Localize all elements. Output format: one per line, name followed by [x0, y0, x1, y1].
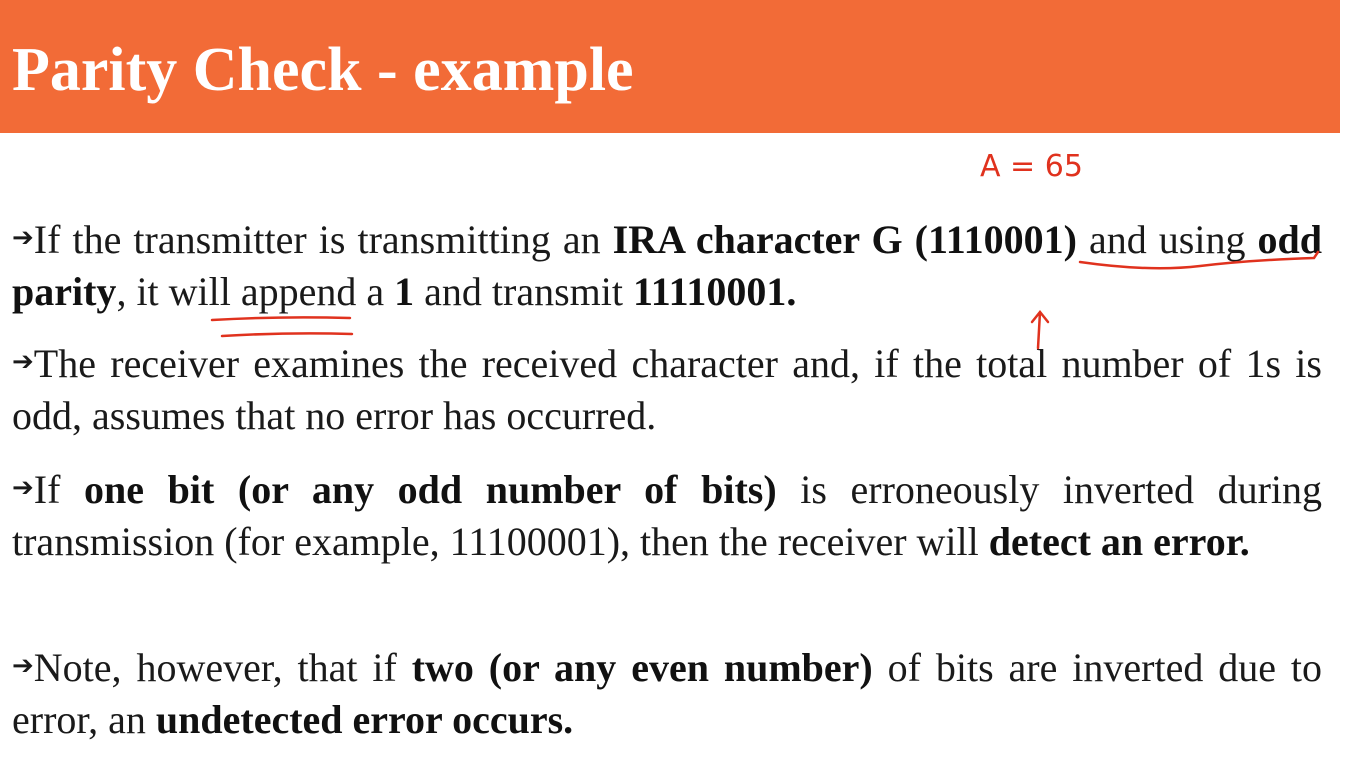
- bold-text: two (or any even number): [411, 645, 873, 690]
- slide-title: Parity Check - example: [12, 36, 634, 104]
- text: If: [33, 467, 85, 512]
- bold-text: detect an error.: [988, 519, 1250, 564]
- bullet-paragraph-4: ➔Note, however, that if two (or any even…: [12, 642, 1322, 746]
- text: and transmit: [414, 269, 634, 314]
- bullet-paragraph-1: ➔If the transmitter is transmitting an I…: [12, 214, 1322, 318]
- bold-text: IRA character G (1110001): [612, 217, 1077, 262]
- text: The receiver examines the received chara…: [12, 341, 1322, 438]
- bold-text: 1: [394, 269, 415, 314]
- bold-text: one bit (or any odd number of bits): [84, 467, 777, 512]
- bold-text: undetected error occurs.: [155, 697, 574, 742]
- bullet-paragraph-2: ➔The receiver examines the received char…: [12, 338, 1322, 442]
- arrow-bullet-icon: ➔: [12, 223, 34, 252]
- text: If the transmitter is transmitting an: [33, 217, 613, 262]
- text: and using: [1076, 217, 1258, 262]
- arrow-bullet-icon: ➔: [12, 651, 34, 680]
- underline-odd-parity-2: [220, 332, 354, 338]
- bullet-paragraph-3: ➔If one bit (or any odd number of bits) …: [12, 464, 1322, 568]
- bold-text: 11110001.: [633, 269, 797, 314]
- annotation-a-equals-65: A = 65: [980, 149, 1083, 184]
- arrow-bullet-icon: ➔: [12, 473, 34, 502]
- text: Note, however, that if: [33, 645, 412, 690]
- arrow-bullet-icon: ➔: [12, 347, 34, 376]
- slide-header: Parity Check - example: [0, 0, 1340, 133]
- text: , it will append a: [116, 269, 395, 314]
